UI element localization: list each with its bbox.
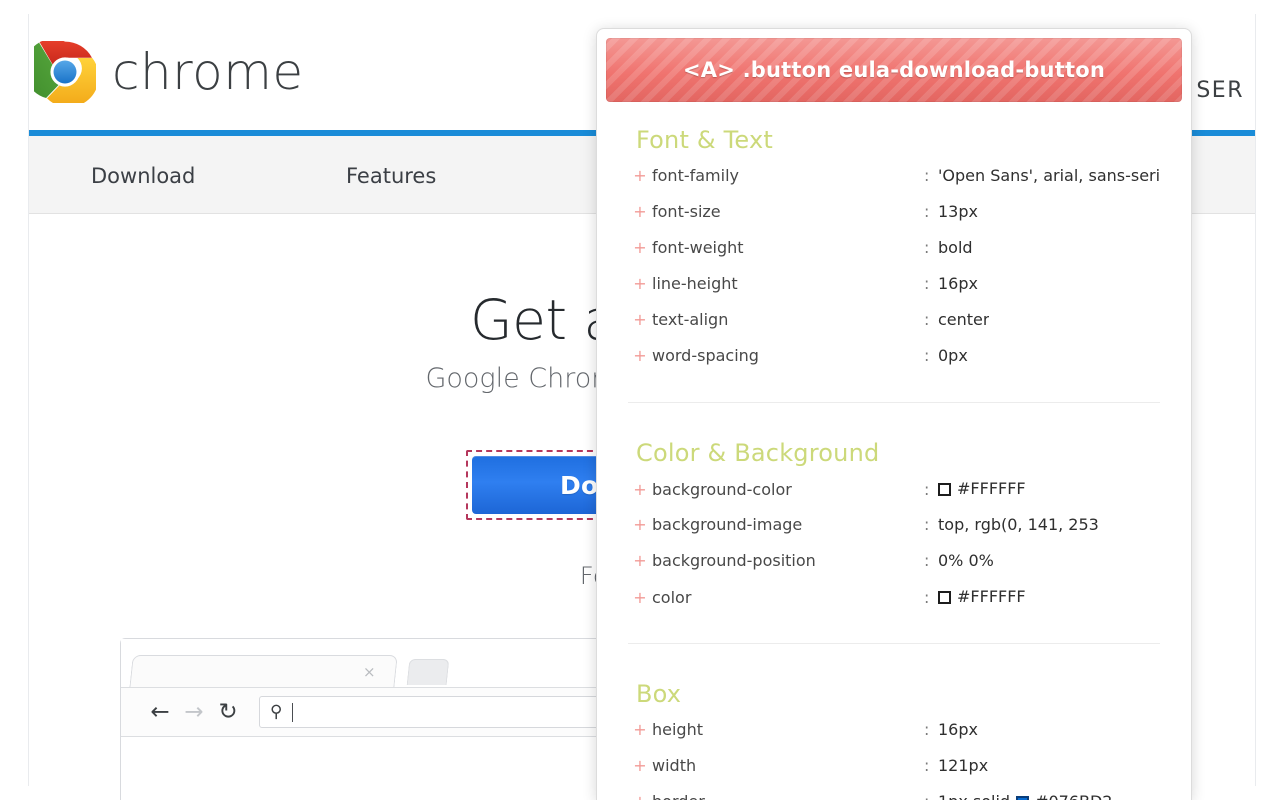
expand-icon[interactable]: + (628, 551, 652, 570)
property-value: 1px solid (938, 792, 1010, 800)
property-name[interactable]: background-image (652, 515, 924, 534)
property-row[interactable]: + font-size : 13px (628, 202, 1160, 238)
color-swatch-icon (938, 591, 951, 604)
property-value: 121px (938, 756, 988, 775)
property-row[interactable]: + color : #FFFFFF (628, 587, 1160, 623)
property-name[interactable]: background-color (652, 480, 924, 499)
property-colon: : (924, 238, 938, 257)
property-row[interactable]: + line-height : 16px (628, 274, 1160, 310)
property-name[interactable]: color (652, 588, 924, 607)
property-value: 'Open Sans', arial, sans-serif (938, 166, 1160, 185)
property-value-group: 1px solid #076BD2 (938, 792, 1112, 800)
property-row[interactable]: + word-spacing : 0px (628, 346, 1160, 382)
property-value: 0px (938, 346, 968, 365)
chrome-logo-icon (34, 41, 96, 103)
property-value: center (938, 310, 989, 329)
inspector-header-title: <A> .button eula-download-button (606, 38, 1182, 102)
expand-icon[interactable]: + (628, 792, 652, 800)
section-title: Font & Text (636, 126, 1160, 154)
property-value: 0% 0% (938, 551, 994, 570)
property-value: #FFFFFF (957, 587, 1026, 606)
property-value: 13px (938, 202, 978, 221)
expand-icon[interactable]: + (628, 720, 652, 739)
property-colon: : (924, 274, 938, 293)
property-value: #FFFFFF (957, 479, 1026, 498)
property-row[interactable]: + font-family : 'Open Sans', arial, sans… (628, 166, 1160, 202)
nav-item-download[interactable]: Download (91, 164, 346, 188)
property-row[interactable]: + font-weight : bold (628, 238, 1160, 274)
property-name[interactable]: line-height (652, 274, 924, 293)
property-colon: : (924, 346, 938, 365)
property-colon: : (924, 756, 938, 775)
property-value-group: #FFFFFF (938, 587, 1026, 606)
nav-links: Download Features (91, 164, 601, 188)
expand-icon[interactable]: + (628, 515, 652, 534)
expand-icon[interactable]: + (628, 480, 652, 499)
property-name[interactable]: font-size (652, 202, 924, 221)
text-caret (292, 703, 293, 722)
property-colon: : (924, 480, 938, 499)
property-name[interactable]: border (652, 792, 924, 800)
expand-icon[interactable]: + (628, 274, 652, 293)
property-colon: : (924, 720, 938, 739)
reload-icon[interactable]: ↻ (211, 701, 245, 724)
property-name[interactable]: font-family (652, 166, 924, 185)
property-name[interactable]: font-weight (652, 238, 924, 257)
property-colon: : (924, 166, 938, 185)
expand-icon[interactable]: + (628, 310, 652, 329)
property-row[interactable]: + width : 121px (628, 756, 1160, 792)
property-value: 16px (938, 274, 978, 293)
expand-icon[interactable]: + (628, 166, 652, 185)
property-row[interactable]: + background-position : 0% 0% (628, 551, 1160, 587)
back-arrow-icon[interactable]: ← (143, 701, 177, 724)
property-row[interactable]: + background-color : #FFFFFF (628, 479, 1160, 515)
color-swatch-icon (1016, 796, 1029, 800)
color-swatch-icon (938, 483, 951, 496)
brand-name: chrome (112, 47, 304, 97)
property-name[interactable]: height (652, 720, 924, 739)
property-colon: : (924, 515, 938, 534)
property-value: bold (938, 238, 973, 257)
expand-icon[interactable]: + (628, 202, 652, 221)
property-name[interactable]: word-spacing (652, 346, 924, 365)
property-colon: : (924, 551, 938, 570)
property-colon: : (924, 588, 938, 607)
property-colon: : (924, 310, 938, 329)
property-row[interactable]: + text-align : center (628, 310, 1160, 346)
mockup-tab[interactable] (129, 655, 398, 689)
property-name[interactable]: text-align (652, 310, 924, 329)
property-colon: : (924, 792, 938, 800)
nav-item-features[interactable]: Features (346, 164, 601, 188)
section-title: Color & Background (636, 439, 1160, 467)
property-value-suffix: #076BD2 (1035, 792, 1112, 800)
property-name[interactable]: width (652, 756, 924, 775)
property-value-group: #FFFFFF (938, 479, 1026, 498)
expand-icon[interactable]: + (628, 238, 652, 257)
css-inspector-panel: <A> .button eula-download-button Font & … (596, 28, 1192, 800)
brand-header: chrome (34, 41, 304, 103)
property-row[interactable]: + background-image : top, rgb(0, 141, 25… (628, 515, 1160, 551)
screen: chrome SER Download Features Get a fast,… (0, 0, 1280, 800)
close-icon[interactable]: × (363, 665, 376, 680)
search-icon: ⚲ (270, 702, 282, 722)
inspector-body: Font & Text + font-family : 'Open Sans',… (606, 102, 1182, 800)
expand-icon[interactable]: + (628, 756, 652, 775)
expand-icon[interactable]: + (628, 346, 652, 365)
property-colon: : (924, 202, 938, 221)
property-row[interactable]: + height : 16px (628, 720, 1160, 756)
forward-arrow-icon[interactable]: → (177, 701, 211, 724)
property-row[interactable]: + border : 1px solid #076BD2 (628, 792, 1160, 800)
inspector-section-color-background: Color & Background + background-color : … (628, 402, 1160, 623)
section-title: Box (636, 680, 1160, 708)
expand-icon[interactable]: + (628, 588, 652, 607)
header-cta-text: SER (1196, 78, 1244, 103)
inspector-section-font-text: Font & Text + font-family : 'Open Sans',… (628, 102, 1160, 382)
property-value: top, rgb(0, 141, 253 (938, 515, 1099, 534)
property-value: 16px (938, 720, 978, 739)
new-tab-button[interactable] (407, 659, 450, 685)
inspector-section-box: Box + height : 16px + width : 121px + bo… (628, 643, 1160, 800)
property-name[interactable]: background-position (652, 551, 924, 570)
